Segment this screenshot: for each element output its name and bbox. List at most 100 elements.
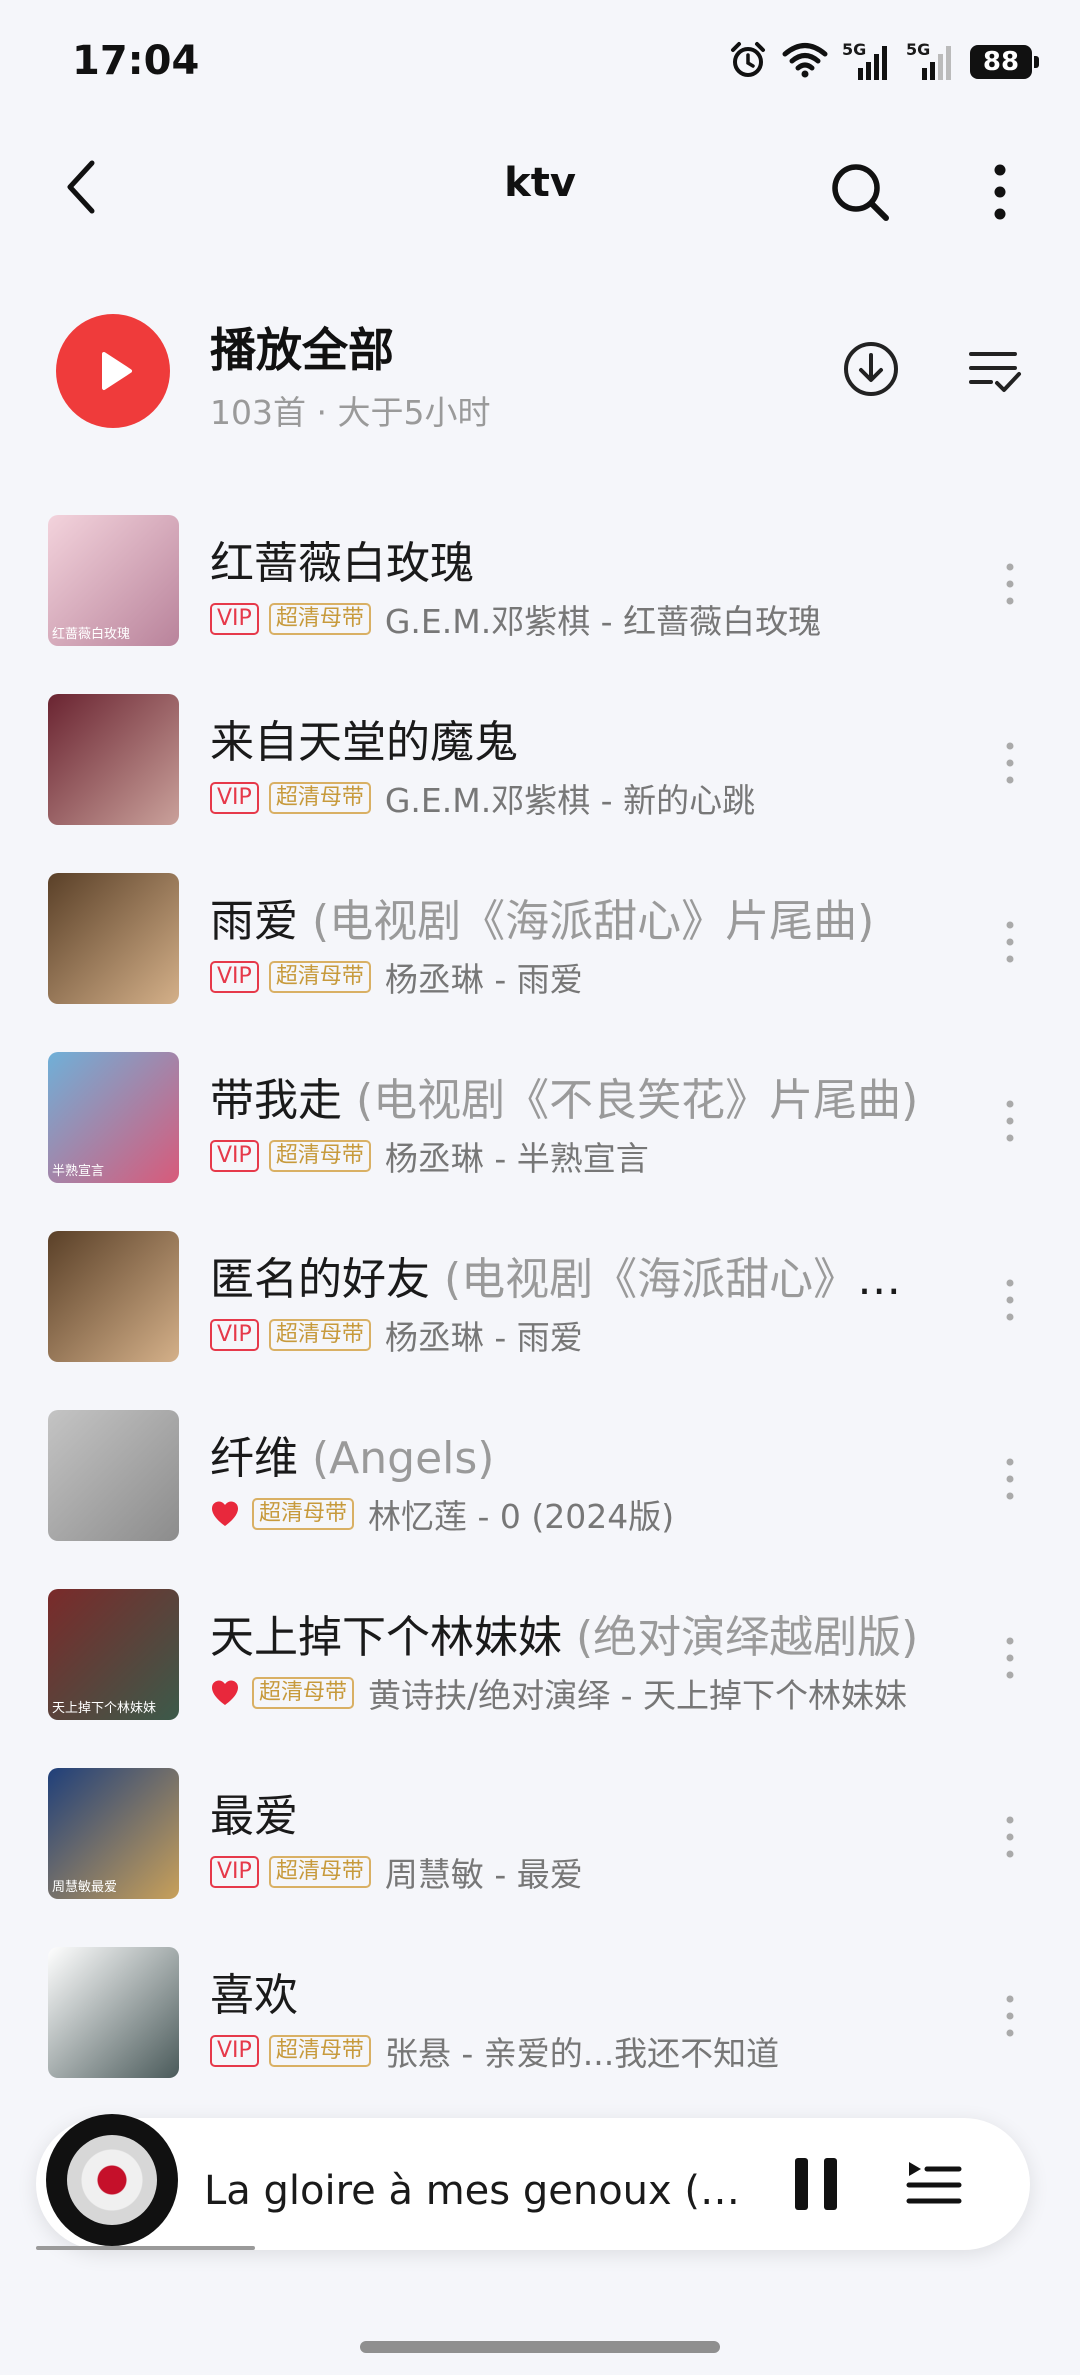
vip-badge: VIP <box>210 603 259 635</box>
song-meta: 超清母带 黄诗扶/绝对演绎 - 天上掉下个林妹妹 <box>210 1669 930 1717</box>
wifi-icon <box>782 40 828 84</box>
song-row[interactable]: 匿名的好友 (电视剧《海派甜心》插曲) VIP 超清母带 杨丞琳 - 雨爱 <box>0 1221 1080 1400</box>
quality-badge: 超清母带 <box>268 1319 371 1351</box>
song-meta: VIP 超清母带 G.E.M.邓紫棋 - 新的心跳 <box>210 774 930 822</box>
pause-icon <box>795 2158 837 2210</box>
cellular-signal-icon: 5G <box>842 40 892 82</box>
home-indicator[interactable] <box>360 2341 720 2353</box>
song-more-button[interactable] <box>990 1623 1030 1693</box>
song-meta: 超清母带 林忆莲 - 0 (2024版) <box>210 1490 930 1538</box>
song-title: 来自天堂的魔鬼 <box>210 706 930 770</box>
album-cover: 半熟宣言 <box>48 1052 179 1183</box>
liked-heart-icon[interactable] <box>210 1499 240 1529</box>
vip-badge: VIP <box>210 782 259 814</box>
song-more-button[interactable] <box>990 1802 1030 1872</box>
liked-heart-icon[interactable] <box>210 1678 240 1708</box>
song-title-text: 天上掉下个林妹妹 <box>210 1612 562 1663</box>
vertical-dots-icon <box>1006 1279 1014 1321</box>
song-more-button[interactable] <box>990 1086 1030 1156</box>
song-title: 雨爱 (电视剧《海派甜心》片尾曲) <box>210 885 930 949</box>
play-all-title[interactable]: 播放全部 <box>210 314 394 380</box>
alarm-icon <box>728 40 768 84</box>
mini-player[interactable]: La gloire à mes genoux (荣耀在我膝下) <box>36 2114 1030 2250</box>
download-button[interactable] <box>836 334 906 404</box>
cellular-signal-icon-2: 5G <box>906 40 956 82</box>
song-title-text: 来自天堂的魔鬼 <box>210 717 518 768</box>
vip-badge: VIP <box>210 1140 259 1172</box>
song-row[interactable]: 雨爱 (电视剧《海派甜心》片尾曲) VIP 超清母带 杨丞琳 - 雨爱 <box>0 863 1080 1042</box>
song-title-text: 带我走 <box>210 1075 342 1126</box>
more-options-button[interactable] <box>970 152 1030 232</box>
song-row[interactable]: 天上掉下个林妹妹 天上掉下个林妹妹 (绝对演绎越剧版) 超清母带 黄诗扶/绝对演… <box>0 1579 1080 1758</box>
song-artist: 周慧敏 - 最爱 <box>384 1855 583 1894</box>
play-all-subtitle: 103首 · 大于5小时 <box>210 393 491 432</box>
song-subtitle: (电视剧《海派甜心》插曲) <box>430 1254 930 1305</box>
song-title: 带我走 (电视剧《不良笑花》片尾曲) <box>210 1064 930 1128</box>
song-meta: VIP 超清母带 杨丞琳 - 雨爱 <box>210 1311 930 1359</box>
top-nav: ktv <box>0 130 1080 250</box>
quality-badge: 超清母带 <box>268 1856 371 1888</box>
multi-select-button[interactable] <box>960 336 1030 406</box>
song-title: 纤维 (Angels) <box>210 1422 930 1486</box>
song-row[interactable]: 红蔷薇白玫瑰 红蔷薇白玫瑰 VIP 超清母带 G.E.M.邓紫棋 - 红蔷薇白玫… <box>0 505 1080 684</box>
vip-badge: VIP <box>210 2035 259 2067</box>
vertical-dots-icon <box>1006 1816 1014 1858</box>
song-row[interactable]: 纤维 (Angels) 超清母带 林忆莲 - 0 (2024版) <box>0 1400 1080 1579</box>
playlist-button[interactable] <box>894 2144 974 2224</box>
song-artist: 张悬 - 亲爱的...我还不知道 <box>384 2034 780 2073</box>
song-subtitle: (绝对演绎越剧版) <box>562 1612 919 1663</box>
page-title: ktv <box>504 160 576 206</box>
vertical-dots-icon <box>1006 1458 1014 1500</box>
status-time: 17:04 <box>72 38 200 84</box>
song-row[interactable]: 周慧敏最爱 最爱 VIP 超清母带 周慧敏 - 最爱 <box>0 1758 1080 1937</box>
song-subtitle: (Angels) <box>298 1433 495 1484</box>
quality-badge: 超清母带 <box>268 2035 371 2067</box>
vip-badge: VIP <box>210 961 259 993</box>
quality-badge: 超清母带 <box>252 1677 355 1709</box>
song-title-text: 喜欢 <box>210 1970 298 2021</box>
song-list: 红蔷薇白玫瑰 红蔷薇白玫瑰 VIP 超清母带 G.E.M.邓紫棋 - 红蔷薇白玫… <box>0 505 1080 2116</box>
quality-badge: 超清母带 <box>268 603 371 635</box>
song-title-text: 最爱 <box>210 1791 298 1842</box>
song-more-button[interactable] <box>990 1265 1030 1335</box>
cover-label: 天上掉下个林妹妹 <box>52 1701 157 1716</box>
album-cover <box>48 873 179 1004</box>
song-more-button[interactable] <box>990 907 1030 977</box>
search-button[interactable] <box>820 152 900 232</box>
song-meta: VIP 超清母带 杨丞琳 - 半熟宣言 <box>210 1132 930 1180</box>
search-icon <box>832 164 889 221</box>
song-artist: 杨丞琳 - 半熟宣言 <box>384 1139 649 1178</box>
list-check-icon <box>969 352 1021 392</box>
battery-icon: 88 <box>970 45 1039 79</box>
song-more-button[interactable] <box>990 1981 1030 2051</box>
song-artist: 杨丞琳 - 雨爱 <box>384 1318 583 1357</box>
cover-label: 红蔷薇白玫瑰 <box>52 627 131 642</box>
pause-button[interactable] <box>776 2144 856 2224</box>
quality-badge: 超清母带 <box>268 782 371 814</box>
song-row[interactable]: 来自天堂的魔鬼 VIP 超清母带 G.E.M.邓紫棋 - 新的心跳 <box>0 684 1080 863</box>
song-row[interactable]: 半熟宣言 带我走 (电视剧《不良笑花》片尾曲) VIP 超清母带 杨丞琳 - 半… <box>0 1042 1080 1221</box>
playlist-icon <box>906 2162 962 2204</box>
song-row[interactable]: 喜欢 VIP 超清母带 张悬 - 亲爱的...我还不知道 <box>0 1937 1080 2116</box>
play-all-button[interactable] <box>56 314 170 428</box>
song-more-button[interactable] <box>990 1444 1030 1514</box>
album-cover <box>48 694 179 825</box>
song-more-button[interactable] <box>990 549 1030 619</box>
play-icon <box>102 352 132 390</box>
album-cover <box>48 1410 179 1541</box>
song-title: 天上掉下个林妹妹 (绝对演绎越剧版) <box>210 1601 930 1665</box>
song-more-button[interactable] <box>990 728 1030 798</box>
now-playing-disc[interactable] <box>46 2114 178 2246</box>
song-artist: 黄诗扶/绝对演绎 - 天上掉下个林妹妹 <box>368 1676 908 1715</box>
quality-badge: 超清母带 <box>268 1140 371 1172</box>
song-title: 最爱 <box>210 1780 930 1844</box>
vip-badge: VIP <box>210 1856 259 1888</box>
now-playing-title[interactable]: La gloire à mes genoux (荣耀在我膝下) <box>204 2158 774 2216</box>
song-meta: VIP 超清母带 周慧敏 - 最爱 <box>210 1848 930 1896</box>
playback-progress <box>36 2246 255 2250</box>
song-title: 红蔷薇白玫瑰 <box>210 527 930 591</box>
song-subtitle: (电视剧《不良笑花》片尾曲) <box>342 1075 919 1126</box>
album-cover <box>48 1231 179 1362</box>
download-icon <box>844 342 898 396</box>
disc-artwork <box>67 2135 157 2225</box>
